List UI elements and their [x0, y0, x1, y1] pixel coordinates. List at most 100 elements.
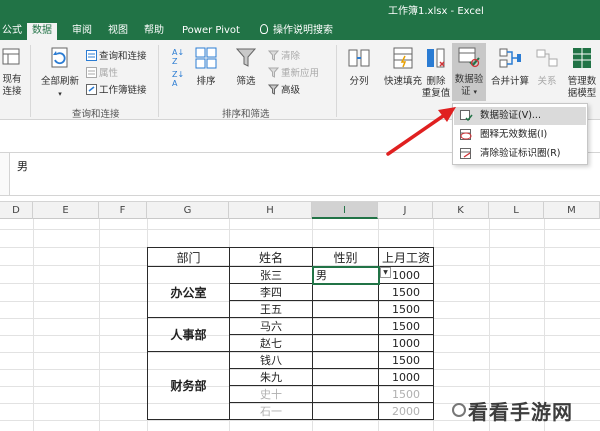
relationships-button[interactable]: 关系: [532, 46, 562, 88]
column-header-d[interactable]: D: [0, 202, 33, 219]
sort-az-button[interactable]: A↓ Z: [172, 48, 184, 66]
text-to-columns-icon: [348, 49, 370, 67]
salary-cell[interactable]: 1000: [378, 368, 434, 386]
properties-icon: [86, 67, 97, 78]
column-header-g[interactable]: G: [147, 202, 229, 219]
tab-review[interactable]: 审阅: [70, 23, 94, 40]
gridline: [33, 219, 34, 431]
edit-links-button[interactable]: 工作簿链接: [86, 84, 147, 97]
tab-data[interactable]: 数据: [27, 23, 57, 40]
link-icon: [86, 84, 97, 95]
header-gender[interactable]: 性别: [312, 247, 379, 267]
menu-item-circle-invalid[interactable]: 圈释无效数据(I): [454, 126, 586, 144]
data-validation-button[interactable]: 数据验 证 ▾: [452, 43, 486, 101]
name-cell[interactable]: 石一: [229, 402, 313, 420]
separator: [158, 45, 159, 117]
text-to-columns-button[interactable]: 分列: [344, 46, 374, 88]
salary-cell[interactable]: 1500: [378, 300, 434, 318]
existing-connections-button[interactable]: 现有 连接: [0, 46, 24, 98]
name-cell[interactable]: 赵七: [229, 334, 313, 352]
salary-cell[interactable]: 1500: [378, 351, 434, 369]
table-header-row: 部门 姓名 性别 上月工资: [147, 247, 434, 267]
gender-cell[interactable]: [312, 283, 379, 301]
query-icon: [86, 50, 97, 61]
name-cell[interactable]: 朱九: [229, 368, 313, 386]
name-cell[interactable]: 史十: [229, 385, 313, 403]
salary-cell[interactable]: 1500: [378, 283, 434, 301]
column-header-j[interactable]: J: [378, 202, 433, 219]
tab-help[interactable]: 帮助: [142, 23, 166, 40]
cell-dropdown-arrow-icon[interactable]: ▼: [380, 267, 391, 278]
menu-item-data-validation[interactable]: 数据验证(V)...: [454, 107, 586, 125]
clear-filter-icon: [268, 50, 279, 61]
consolidate-button[interactable]: 合并计算: [488, 46, 532, 88]
gender-cell-active[interactable]: 男: [311, 265, 380, 285]
filter-button[interactable]: 筛选: [232, 46, 260, 88]
group-label-queries: 查询和连接: [72, 109, 120, 120]
flash-fill-icon: [393, 47, 413, 69]
title-bar: 工作簿1.xlsx - Excel 公式 数据 审阅 视图 帮助 Power P…: [0, 0, 600, 40]
group-label-sort-filter: 排序和筛选: [222, 109, 270, 120]
gender-cell[interactable]: [312, 317, 379, 335]
name-cell[interactable]: 马六: [229, 317, 313, 335]
salary-cell[interactable]: 1500: [378, 385, 434, 403]
sort-za-button[interactable]: Z↓ A: [172, 70, 184, 88]
department-cell[interactable]: 办公室: [147, 266, 230, 318]
advanced-filter-button[interactable]: 高级: [268, 84, 300, 97]
header-salary[interactable]: 上月工资: [378, 247, 434, 267]
salary-cell[interactable]: 1500: [378, 317, 434, 335]
department-cell[interactable]: 财务部: [147, 351, 230, 420]
department-cell[interactable]: 人事部: [147, 317, 230, 352]
column-header-h[interactable]: H: [229, 202, 312, 219]
clear-button[interactable]: 清除: [268, 50, 300, 63]
properties-button[interactable]: 属性: [86, 67, 118, 80]
circle-invalid-icon: [460, 129, 472, 140]
watermark-logo-icon: [452, 403, 466, 417]
remove-duplicates-button[interactable]: 删除 重复值: [420, 46, 452, 100]
gridline: [99, 219, 100, 431]
gender-cell[interactable]: [312, 402, 379, 420]
table-row: 财务部 钱八 1500: [147, 351, 434, 420]
reapply-button[interactable]: 重新应用: [268, 67, 319, 80]
formula-bar-value[interactable]: 男: [17, 158, 28, 174]
column-header-f[interactable]: F: [99, 202, 147, 219]
funnel-icon: [235, 48, 257, 67]
advanced-filter-icon: [268, 84, 279, 95]
column-header-m[interactable]: M: [544, 202, 600, 219]
gridline: [0, 229, 600, 230]
lightbulb-icon: [260, 24, 268, 34]
gender-cell[interactable]: [312, 300, 379, 318]
data-model-icon: [573, 48, 591, 68]
column-header-l[interactable]: L: [489, 202, 544, 219]
data-validation-icon: [458, 47, 480, 68]
name-cell[interactable]: 钱八: [229, 351, 313, 369]
name-cell[interactable]: 李四: [229, 283, 313, 301]
gender-cell[interactable]: [312, 368, 379, 386]
gender-cell[interactable]: [312, 351, 379, 369]
window-title: 工作簿1.xlsx - Excel: [388, 6, 484, 17]
header-name[interactable]: 姓名: [229, 247, 313, 267]
tell-me-search[interactable]: 操作说明搜索: [260, 23, 333, 38]
column-header-i[interactable]: I: [312, 202, 378, 219]
separator: [30, 45, 31, 117]
tab-formulas[interactable]: 公式: [0, 23, 24, 40]
queries-connections-button[interactable]: 查询和连接: [86, 50, 147, 63]
manage-data-model-button[interactable]: 管理数 据模型: [564, 46, 600, 100]
tab-power-pivot[interactable]: Power Pivot: [180, 23, 242, 40]
gender-cell[interactable]: [312, 334, 379, 352]
header-department[interactable]: 部门: [147, 247, 230, 267]
salary-cell[interactable]: 2000: [378, 402, 434, 420]
gender-cell[interactable]: [312, 385, 379, 403]
tab-view[interactable]: 视图: [106, 23, 130, 40]
name-cell[interactable]: 张三: [229, 266, 313, 284]
sort-button[interactable]: 排序: [192, 46, 220, 88]
formula-bar-left-edge: [0, 153, 10, 195]
salary-cell[interactable]: 1000: [378, 334, 434, 352]
sort-icon: [195, 47, 217, 69]
column-header-e[interactable]: E: [33, 202, 99, 219]
menu-item-clear-circles[interactable]: 清除验证标识圈(R): [454, 145, 586, 163]
column-headers: D E F G H I J K L M: [0, 201, 600, 219]
name-cell[interactable]: 王五: [229, 300, 313, 318]
column-header-k[interactable]: K: [433, 202, 489, 219]
refresh-all-button[interactable]: 全部刷新 ▾: [36, 46, 84, 100]
